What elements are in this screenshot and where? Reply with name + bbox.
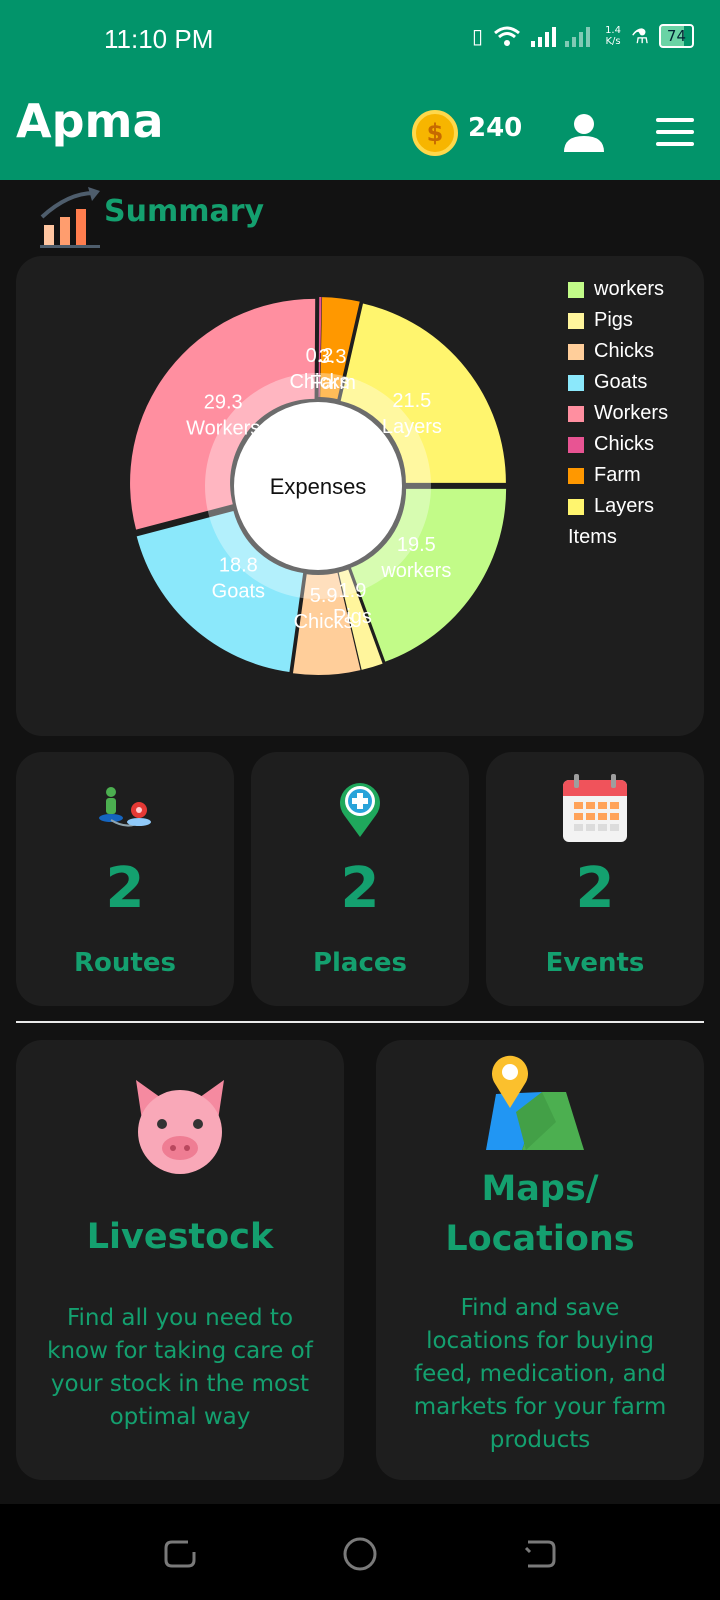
pie-center-label: Expenses [270, 474, 367, 499]
places-card[interactable]: 2 Places [251, 752, 469, 1006]
legend-swatch [568, 405, 584, 422]
maps-title: Maps/ Locations [445, 1169, 635, 1259]
pie-category-label-2: Chicks [294, 611, 354, 633]
pie-category-label-3: Goats [212, 581, 265, 603]
legend-label: Layers [594, 495, 655, 517]
legend-item-3: Goats [568, 367, 668, 398]
legend-item-1: Pigs [568, 305, 668, 336]
pie-value-label-1: 1.9 [339, 580, 367, 602]
pie-category-label-0: workers [380, 560, 451, 582]
vibrate-icon: ▯ [472, 24, 484, 48]
legend-label: Farm [594, 464, 641, 486]
growth-chart-icon [40, 187, 100, 248]
legend-label: Pigs [594, 309, 633, 331]
wifi-icon [494, 26, 521, 46]
routes-count: 2 [105, 856, 145, 921]
pie-value-label-4: 29.3 [204, 391, 243, 413]
add-place-icon [340, 783, 380, 837]
routes-label: Routes [74, 948, 176, 978]
home-icon[interactable] [342, 1536, 378, 1572]
flask-icon: ⚗ [630, 24, 649, 48]
summary-heading: Summary [38, 186, 264, 252]
legend-item-4: Workers [568, 398, 668, 429]
route-icon [99, 787, 151, 827]
legend-label: Workers [594, 402, 669, 424]
net-speed: 1.4 K/s [605, 25, 621, 47]
pie-category-label-7: Layers [382, 416, 442, 438]
app-bar: Apma $ 240 [0, 82, 720, 180]
livestock-title: Livestock [86, 1217, 274, 1257]
legend-item-7: Layers [568, 491, 668, 522]
pie-value-label-2: 5.9 [310, 585, 338, 607]
pie-value-label-7: 21.5 [392, 390, 431, 412]
status-time: 11:10 PM [104, 24, 214, 54]
battery-indicator: 74 [658, 24, 694, 48]
legend-swatch [568, 312, 584, 329]
app-title: Apma [16, 94, 164, 148]
back-icon[interactable] [522, 1536, 558, 1572]
legend-swatch [568, 374, 584, 391]
legend-label: Chicks [594, 340, 655, 362]
legend-swatch [568, 498, 584, 515]
section-divider [16, 1021, 704, 1023]
map-icon [486, 1055, 584, 1150]
system-nav-bar [0, 1504, 720, 1600]
events-count: 2 [575, 856, 615, 921]
expenses-pie-chart: Expenses19.5workers1.9Pigs5.9Chicks18.8G… [130, 297, 507, 675]
maps-description: Find and save locations for buying feed,… [413, 1295, 667, 1453]
legend-item-0: workers [568, 274, 668, 305]
legend-title: Items [568, 526, 617, 548]
pie-value-label-0: 19.5 [397, 534, 436, 556]
coin-balance: 240 [468, 113, 523, 143]
status-icons: ▯ 1.4 K/s ⚗ 74 [472, 24, 694, 48]
maps-card[interactable]: Maps/ Locations Find and save locations … [376, 1040, 704, 1480]
summary-title: Summary [104, 193, 265, 229]
legend-item-6: Farm [568, 460, 668, 491]
livestock-card[interactable]: Livestock Find all you need to know for … [16, 1040, 344, 1480]
legend-item-5: Chicks [568, 429, 668, 460]
events-card[interactable]: 2 Events [486, 752, 704, 1006]
livestock-description: Find all you need to know for taking car… [47, 1305, 313, 1430]
legend-label: Chicks [594, 433, 655, 455]
events-label: Events [545, 948, 645, 978]
pie-value-label-3: 18.8 [219, 555, 258, 577]
places-count: 2 [340, 856, 380, 921]
status-bar: 11:10 PM ▯ 1.4 K/s ⚗ 74 [0, 0, 720, 82]
legend-label: workers [594, 278, 665, 300]
legend-swatch [568, 343, 584, 360]
pie-category-label-4: Workers [186, 417, 260, 439]
legend-swatch [568, 436, 584, 453]
pie-category-label-6: Farm [309, 372, 356, 394]
legend-item-2: Chicks [568, 336, 668, 367]
pig-icon [136, 1080, 224, 1174]
legend-swatch [568, 281, 584, 298]
places-label: Places [312, 948, 408, 978]
recent-apps-icon[interactable] [162, 1536, 198, 1572]
pie-value-label-6: 3.3 [319, 346, 347, 368]
chart-legend: workers Pigs Chicks Goats Workers Chicks Farm L… [568, 274, 668, 553]
legend-swatch [568, 467, 584, 484]
expenses-chart-card: Expenses 19.5 workers 1.9 Pigs 5.9 Chicks 18.8 G… [16, 256, 704, 736]
calendar-icon [563, 774, 627, 842]
legend-label: Goats [594, 371, 648, 393]
routes-card[interactable]: 2 Routes [16, 752, 234, 1006]
profile-icon[interactable] [562, 110, 606, 154]
hamburger-menu-icon[interactable] [656, 118, 694, 148]
signal-icon [531, 27, 591, 47]
coin-icon: $ [412, 110, 458, 156]
